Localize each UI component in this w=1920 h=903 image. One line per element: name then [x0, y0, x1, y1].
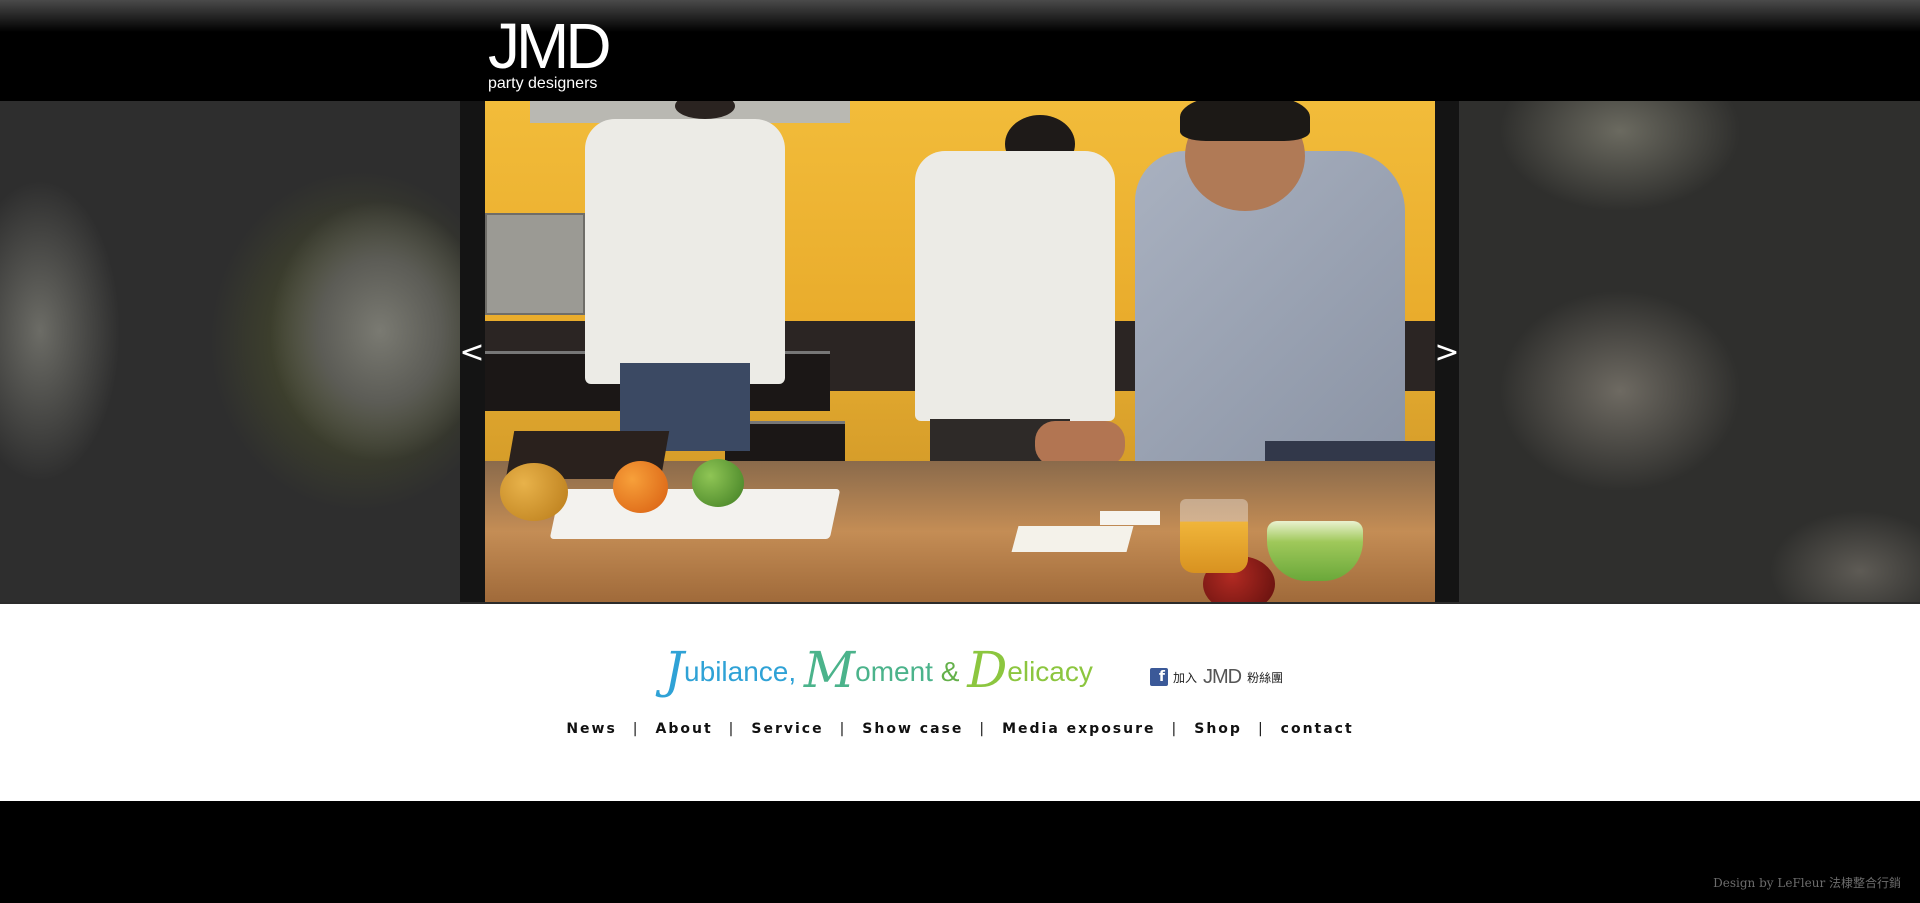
chevron-right-icon: >: [1434, 335, 1460, 370]
divider: [0, 602, 1920, 604]
nav-show-case[interactable]: Show case: [860, 721, 965, 737]
facebook-brand: JMD: [1203, 665, 1242, 688]
brand-slogan: Jubilance, Moment & Delicacy: [664, 642, 1093, 698]
nav-news[interactable]: News: [564, 721, 618, 737]
main-content: Jubilance, Moment & Delicacy f 加入 JMD 粉絲…: [0, 602, 1920, 801]
slogan-jubilance: Jubilance,: [664, 641, 804, 699]
nav-shop[interactable]: Shop: [1192, 721, 1244, 737]
design-credit[interactable]: Design by LeFleur 法棣整合行銷: [1713, 874, 1901, 891]
facebook-fanpage-link[interactable]: f 加入 JMD 粉絲團: [1150, 666, 1283, 688]
site-footer: Design by LeFleur 法棣整合行銷: [0, 801, 1920, 903]
nav-contact[interactable]: contact: [1279, 721, 1356, 737]
slider-side-preview-left: [0, 101, 460, 602]
slogan-ampersand: &: [940, 656, 968, 687]
facebook-icon: f: [1150, 668, 1168, 686]
logo-tagline: party designers: [488, 75, 598, 92]
nav-media-exposure[interactable]: Media exposure: [1000, 721, 1157, 737]
slider-side-preview-right: [1460, 101, 1920, 602]
nav-separator: |: [728, 721, 736, 737]
facebook-join-suffix: 粉絲團: [1247, 670, 1284, 685]
main-nav: News | About | Service | Show case | Med…: [0, 714, 1920, 744]
slider-prev-button[interactable]: <: [459, 335, 485, 371]
nav-separator: |: [1257, 721, 1265, 737]
nav-about[interactable]: About: [654, 721, 715, 737]
nav-separator: |: [1171, 721, 1179, 737]
site-logo[interactable]: JMD party designers: [488, 10, 612, 92]
nav-separator: |: [839, 721, 847, 737]
slogan-delicacy: Delicacy: [967, 641, 1093, 699]
site-header: JMD party designers: [0, 0, 1920, 101]
nav-service[interactable]: Service: [749, 721, 825, 737]
chevron-left-icon: <: [459, 335, 485, 370]
slider-next-button[interactable]: >: [1434, 335, 1460, 371]
hero-slider: < >: [0, 101, 1920, 602]
slogan-moment: Moment: [803, 641, 941, 699]
nav-separator: |: [979, 721, 987, 737]
slide-image: [485, 101, 1435, 602]
facebook-join-prefix: 加入: [1173, 670, 1198, 685]
nav-separator: |: [632, 721, 640, 737]
slider-frame: [460, 101, 1459, 602]
logo-wordmark: JMD: [488, 10, 612, 82]
